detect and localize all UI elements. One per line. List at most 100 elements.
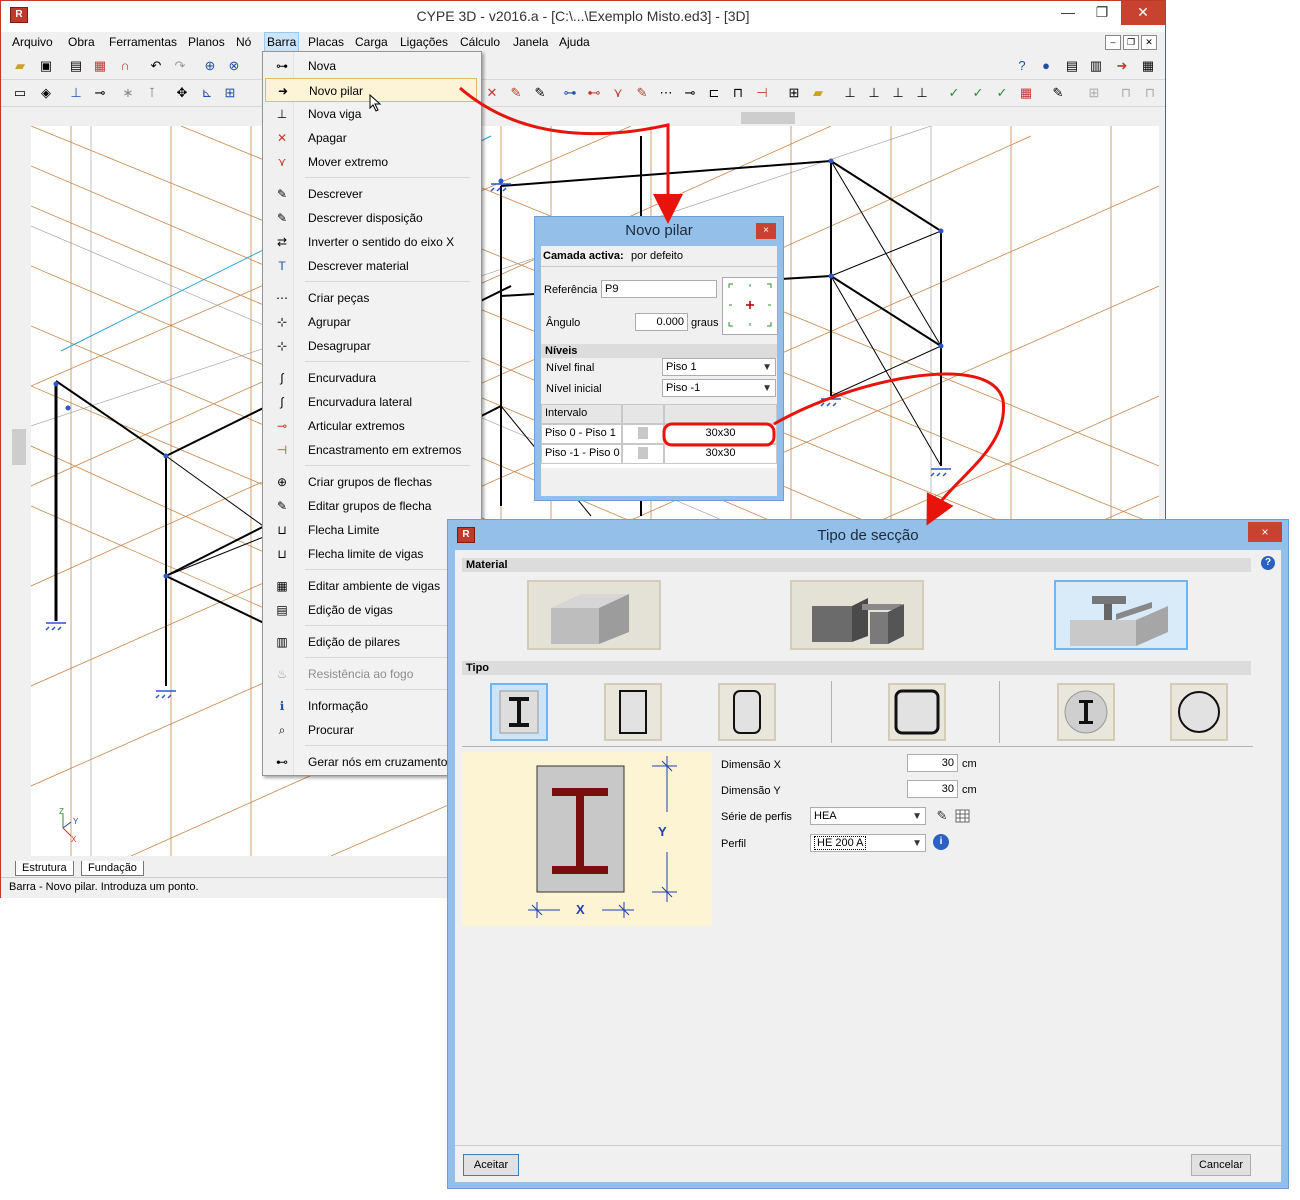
layers-icon[interactable]: ◈ <box>37 84 55 102</box>
node-load-icon[interactable]: ⊥ <box>841 84 859 102</box>
menu-item-11[interactable]: ⊹ Agrupar <box>265 310 477 334</box>
move-icon[interactable]: ✥ <box>173 84 191 102</box>
calc-icon[interactable]: ✓ <box>945 84 963 102</box>
close-button[interactable]: × <box>756 223 776 239</box>
menu-ajuda[interactable]: Ajuda <box>559 35 590 49</box>
menu-item-7[interactable]: ✎ Descrever disposição <box>265 206 477 230</box>
help-icon[interactable]: ? <box>1013 57 1031 75</box>
view-icon[interactable]: ▭ <box>11 84 29 102</box>
series-select[interactable]: HEA ▼ <box>810 807 926 825</box>
maximize-button[interactable]: ❐ <box>1085 1 1119 25</box>
vscroll-thumb[interactable] <box>12 429 26 465</box>
zoom-icon[interactable]: ⊕ <box>201 57 219 75</box>
initial-level-select[interactable]: Piso -1 ▼ <box>662 379 776 397</box>
mdi-restore-button[interactable]: ❐ <box>1123 35 1139 50</box>
point-icon[interactable]: ∗ <box>119 84 137 102</box>
angle-input[interactable]: 0.000 <box>635 313 688 331</box>
copy-icon[interactable]: ⊞ <box>1085 84 1103 102</box>
edit-series-icon[interactable]: ✎ <box>934 808 950 824</box>
menu-no[interactable]: Nó <box>236 35 251 49</box>
column-anchor-icon[interactable] <box>722 277 778 335</box>
grid-icon[interactable]: ▦ <box>91 57 109 75</box>
type-i-button[interactable] <box>490 683 548 741</box>
cancel-button[interactable]: Cancelar <box>1191 1154 1251 1176</box>
material-steel-button[interactable] <box>790 580 924 650</box>
verify-icon[interactable]: ✓ <box>993 84 1011 102</box>
web-icon[interactable]: ● <box>1037 57 1055 75</box>
results-icon[interactable]: ▦ <box>1017 84 1035 102</box>
chain-icon[interactable]: ⊸ <box>681 84 699 102</box>
dim-y-input[interactable]: 30 <box>907 780 958 798</box>
pin-icon[interactable]: ⊸ <box>91 84 109 102</box>
menu-item-6[interactable]: ✎ Descrever <box>265 182 477 206</box>
pen-alt-icon[interactable]: ✎ <box>531 84 549 102</box>
menu-item-14[interactable]: ∫ Encurvadura lateral <box>265 390 477 414</box>
close-button[interactable]: ✕ <box>1121 1 1165 25</box>
fix-icon[interactable]: ⊣ <box>753 84 771 102</box>
brush-icon[interactable]: ✎ <box>1049 84 1067 102</box>
open-folder-icon[interactable]: ▰ <box>11 57 29 75</box>
redo-icon[interactable]: ↷ <box>171 57 189 75</box>
type-rect-button[interactable] <box>604 683 662 741</box>
menu-item-26[interactable]: ⌕ Procurar <box>265 718 477 742</box>
frame-icon[interactable]: ⊞ <box>221 84 239 102</box>
panel-load-icon[interactable]: ⊥ <box>913 84 931 102</box>
mirror-icon[interactable]: ⊓ <box>1141 84 1159 102</box>
menu-item-10[interactable]: ⋯ Criar peças <box>265 286 477 310</box>
type-rounded-rect-button[interactable] <box>718 683 776 741</box>
bar-load-icon[interactable]: ⊥ <box>865 84 883 102</box>
edit-section-button[interactable] <box>638 447 648 459</box>
vertical-scrollbar[interactable] <box>11 129 27 849</box>
menu-ligacoes[interactable]: Ligações <box>400 35 448 49</box>
type-i-circle-button[interactable] <box>1057 683 1115 741</box>
export-icon[interactable]: ▤ <box>67 57 85 75</box>
type-circle-button[interactable] <box>1170 683 1228 741</box>
delete-bar-icon[interactable]: ✕ <box>483 84 501 102</box>
horizontal-scrollbar[interactable] <box>11 110 1161 126</box>
menu-carga[interactable]: Carga <box>355 35 388 49</box>
magnet-icon[interactable]: ∩ <box>116 57 134 75</box>
menu-item-8[interactable]: ⇄ Inverter o sentido do eixo X <box>265 230 477 254</box>
final-level-select[interactable]: Piso 1 ▼ <box>662 358 776 376</box>
menu-planos[interactable]: Planos <box>188 35 225 49</box>
pen-icon[interactable]: ✎ <box>507 84 525 102</box>
cut-bar-icon[interactable]: ⊷ <box>585 84 603 102</box>
menu-item-21[interactable]: ▦ Editar ambiente de vigas <box>265 574 477 598</box>
menu-barra[interactable]: Barra <box>263 32 300 52</box>
tab-estrutura[interactable]: Estrutura <box>15 861 74 876</box>
menu-item-24[interactable]: ♨ Resistência ao fogo <box>265 662 477 686</box>
accept-button[interactable]: Aceitar <box>463 1154 519 1176</box>
type-hollow-square-button[interactable] <box>888 683 946 741</box>
menu-item-12[interactable]: ⊹ Desagrupar <box>265 334 477 358</box>
undo-icon[interactable]: ↶ <box>147 57 165 75</box>
table-icon[interactable] <box>955 808 971 824</box>
check-icon[interactable]: ✓ <box>969 84 987 102</box>
edit-section-button[interactable] <box>638 427 648 439</box>
surface-load-icon[interactable]: ⊥ <box>889 84 907 102</box>
node-icon[interactable]: ⊥ <box>67 84 85 102</box>
bar-icon[interactable]: ⊶ <box>561 84 579 102</box>
menu-ferramentas[interactable]: Ferramentas <box>109 35 177 49</box>
mdi-close-button[interactable]: ✕ <box>1141 35 1157 50</box>
exit-icon[interactable]: ➜ <box>1113 57 1131 75</box>
scroll-thumb[interactable] <box>741 112 795 124</box>
extend-icon[interactable]: ⋎ <box>609 84 627 102</box>
save-icon[interactable]: ▣ <box>37 57 55 75</box>
print-icon[interactable]: ▤ <box>1063 57 1081 75</box>
menu-obra[interactable]: Obra <box>68 35 95 49</box>
minimize-button[interactable]: — <box>1051 1 1085 25</box>
support-icon[interactable]: ⊺ <box>143 84 161 102</box>
load-case-icon[interactable]: ▰ <box>809 84 827 102</box>
reference-input[interactable]: P9 <box>601 280 717 298</box>
load-icon[interactable]: ⊞ <box>785 84 803 102</box>
section-row-1[interactable]: 30x30 <box>664 424 777 444</box>
profile-select[interactable]: HE 200 A ▼ <box>810 834 926 852</box>
axes-icon[interactable]: ⊾ <box>198 84 216 102</box>
material-concrete-button[interactable] <box>527 580 661 650</box>
menu-item-9[interactable]: T Descrever material <box>265 254 477 278</box>
close-button[interactable]: × <box>1248 522 1282 542</box>
menu-item-1[interactable]: ⊶ Nova <box>265 54 477 78</box>
menu-item-20[interactable]: ⊔ Flecha limite de vigas <box>265 542 477 566</box>
menu-item-15[interactable]: ⊸ Articular extremos <box>265 414 477 438</box>
menu-placas[interactable]: Placas <box>308 35 344 49</box>
